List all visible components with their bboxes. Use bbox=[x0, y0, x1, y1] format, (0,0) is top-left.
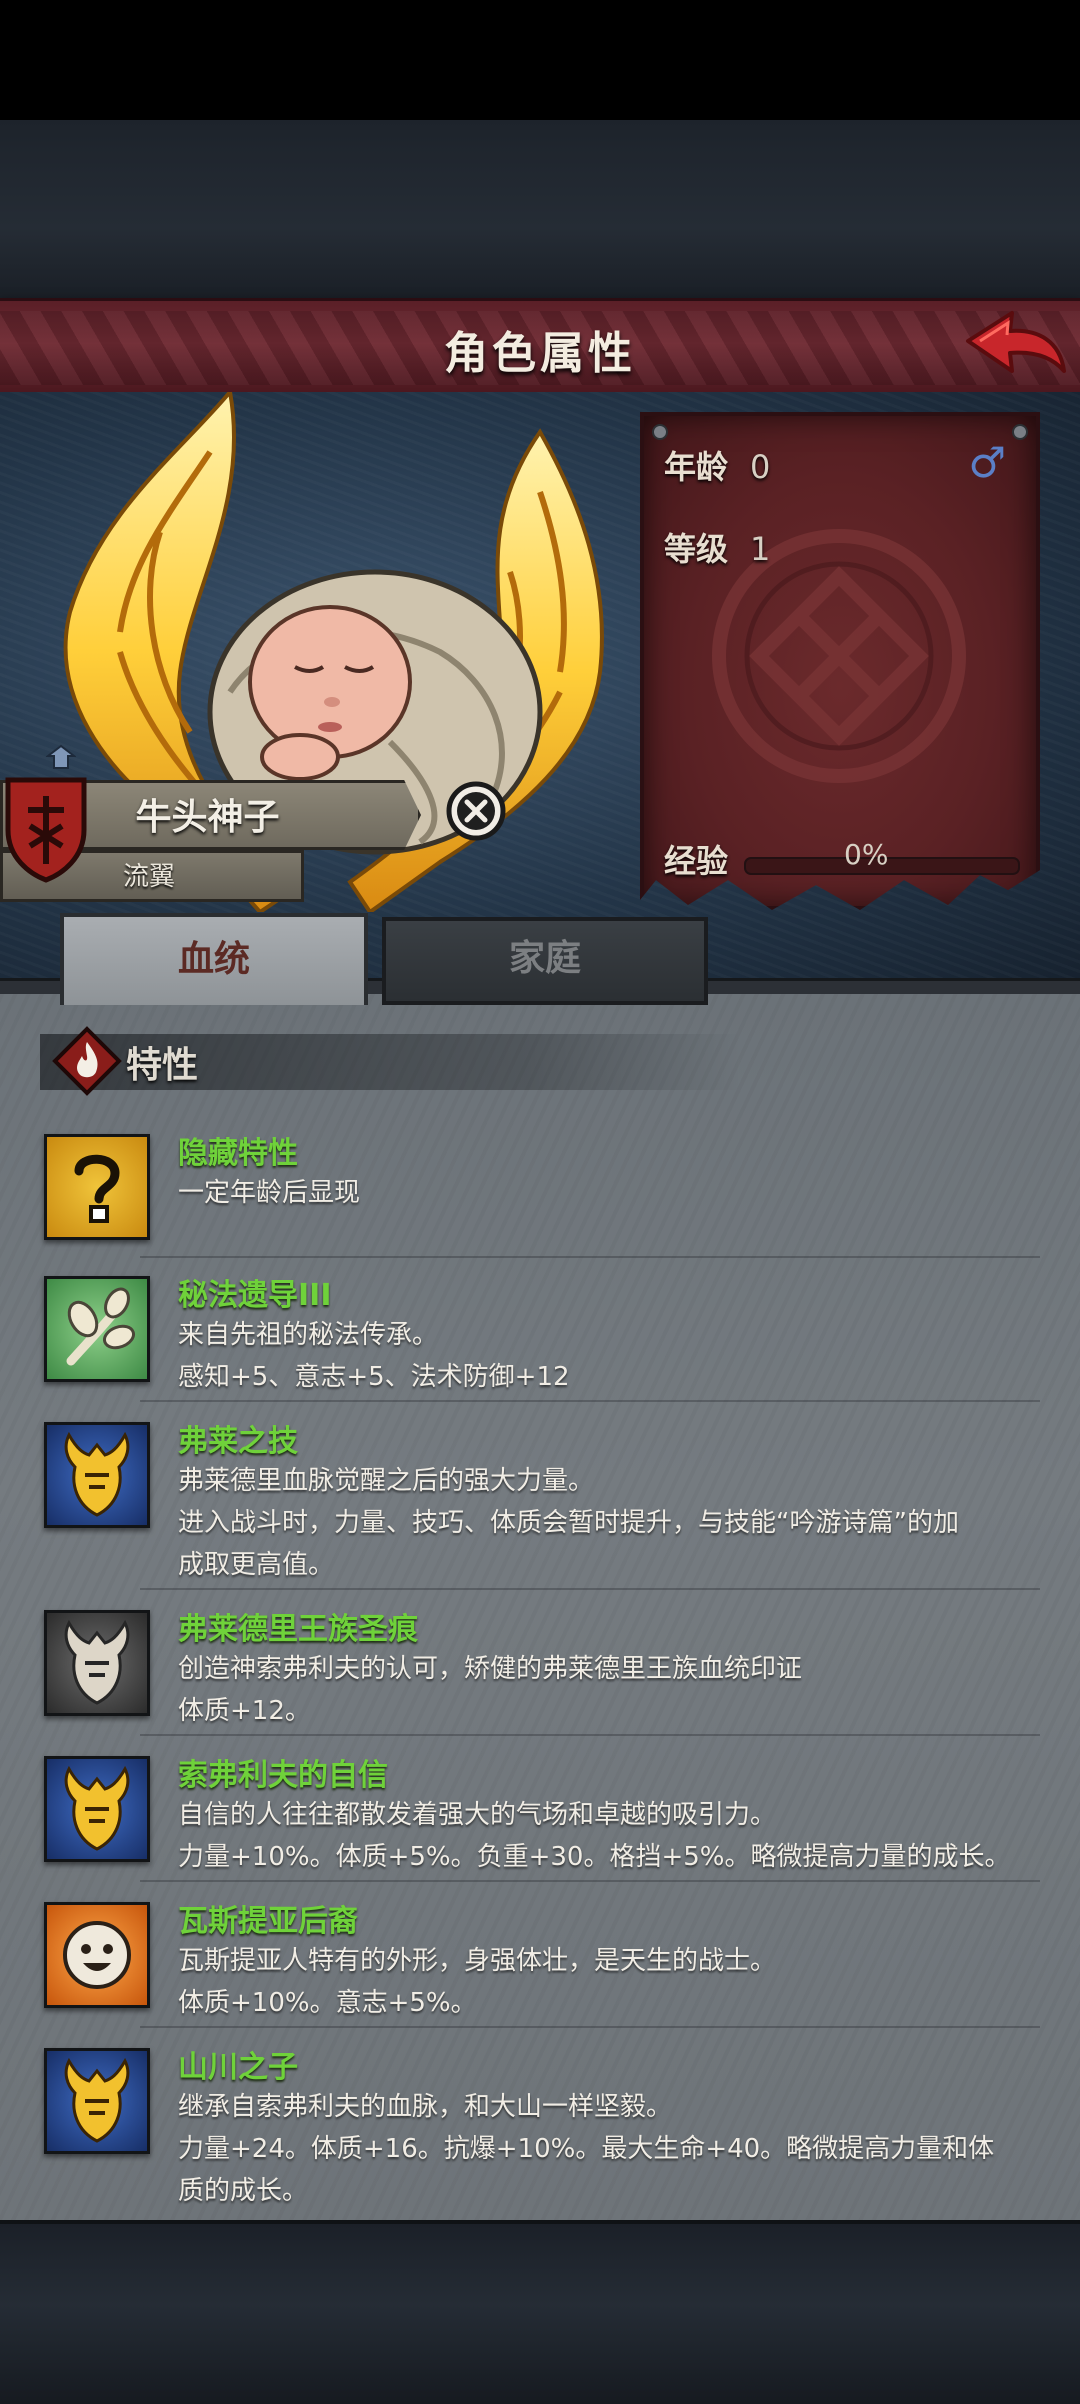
trait-desc: 来自先祖的秘法传承。 感知+5、意志+5、法术防御+12 bbox=[178, 1320, 570, 1392]
top-frame bbox=[0, 120, 1080, 300]
trait-divider bbox=[140, 2026, 1040, 2028]
character-title: 流翼 bbox=[122, 862, 175, 892]
header-banner: 角色属性 bbox=[0, 298, 1080, 400]
traits-panel[interactable]: 特性 隐藏特性 一定年龄后显现 秘法遗导III 来自先祖的秘法传承。 感知+5、… bbox=[0, 994, 1080, 2220]
golden-helm-icon bbox=[44, 1756, 150, 1862]
golden-helm-icon bbox=[44, 2048, 150, 2154]
rivet bbox=[1012, 424, 1028, 440]
age-row: 年龄 0 bbox=[664, 442, 770, 488]
question-mark-icon bbox=[44, 1134, 150, 1240]
section-title: 特性 bbox=[126, 1045, 199, 1086]
golden-helm-icon bbox=[44, 1422, 150, 1528]
rivet bbox=[652, 424, 668, 440]
trait-name: 山川之子 bbox=[178, 2050, 298, 2085]
branch-icon bbox=[44, 1276, 150, 1382]
back-arrow-icon[interactable] bbox=[960, 305, 1070, 391]
trait-divider bbox=[140, 1400, 1040, 1402]
stats-panel: 年龄 0 ♂ 等级 1 经验 0% bbox=[640, 412, 1040, 910]
trait-desc: 自信的人往往都散发着强大的气场和卓越的吸引力。 力量+10%。体质+5%。负重+… bbox=[178, 1800, 1011, 1872]
trait-name: 秘法遗导III bbox=[178, 1278, 332, 1313]
trait-divider bbox=[140, 1588, 1040, 1590]
trait-desc: 瓦斯提亚人特有的外形，身强体壮，是天生的战士。 体质+10%。意志+5%。 bbox=[178, 1946, 777, 2018]
character-name: 牛头神子 bbox=[135, 797, 280, 838]
close-icon[interactable] bbox=[445, 780, 507, 842]
trait-desc: 继承自索弗利夫的血脉，和大山一样坚毅。 力量+24。体质+16。抗爆+10%。最… bbox=[178, 2092, 995, 2206]
trait-divider bbox=[140, 1256, 1040, 1258]
level-row: 等级 1 bbox=[664, 524, 770, 570]
silver-helm-icon bbox=[44, 1610, 150, 1716]
bottom-frame bbox=[0, 2220, 1080, 2404]
level-value: 1 bbox=[750, 530, 771, 568]
rank-up-icon bbox=[46, 744, 76, 769]
status-bar bbox=[0, 0, 1080, 120]
trait-name: 弗莱之技 bbox=[178, 1424, 298, 1459]
level-label: 等级 bbox=[664, 530, 729, 568]
smiling-face-icon bbox=[44, 1902, 150, 2008]
trait-divider bbox=[140, 1880, 1040, 1882]
trait-name: 瓦斯提亚后裔 bbox=[178, 1904, 358, 1939]
trait-name: 索弗利夫的自信 bbox=[178, 1758, 388, 1793]
exp-value: 0% bbox=[844, 838, 889, 871]
age-value: 0 bbox=[750, 448, 771, 486]
trait-name: 隐藏特性 bbox=[178, 1136, 298, 1171]
tab-family[interactable]: 家庭 bbox=[382, 917, 708, 1005]
trait-desc: 弗莱德里血脉觉醒之后的强大力量。 进入战斗时，力量、技巧、体质会暂时提升，与技能… bbox=[178, 1466, 959, 1580]
page-title: 角色属性 bbox=[444, 328, 636, 379]
male-gender-icon: ♂ bbox=[968, 438, 1006, 487]
character-portrait-area: 年龄 0 ♂ 等级 1 经验 0% 牛头神子 流翼 bbox=[0, 392, 1080, 992]
tab-bloodline[interactable]: 血统 bbox=[60, 913, 368, 1005]
fire-diamond-icon bbox=[52, 1026, 122, 1096]
trait-divider bbox=[140, 1734, 1040, 1736]
trait-desc: 一定年龄后显现 bbox=[178, 1178, 361, 1208]
tab-bar: 血统 家庭 bbox=[46, 905, 708, 1005]
exp-label: 经验 bbox=[664, 842, 729, 880]
age-label: 年龄 bbox=[664, 448, 729, 486]
trait-desc: 创造神索弗利夫的认可，矫健的弗莱德里王族血统印证 体质+12。 bbox=[178, 1654, 803, 1726]
trait-name: 弗莱德里王族圣痕 bbox=[178, 1612, 418, 1647]
